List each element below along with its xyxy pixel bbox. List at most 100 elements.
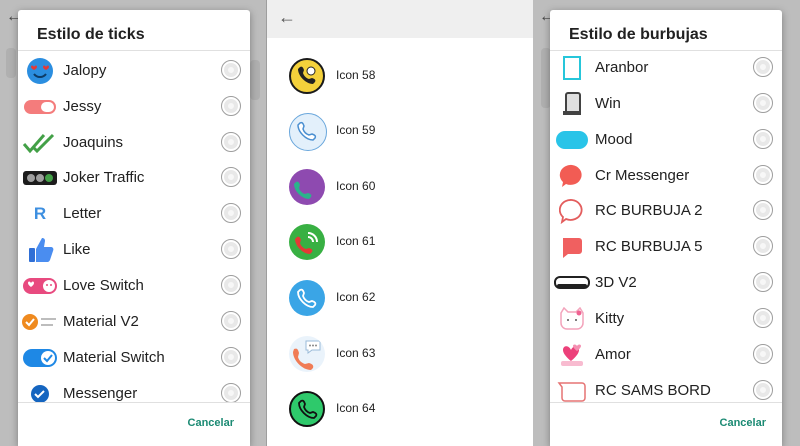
phone-chat-icon	[289, 336, 325, 372]
list-item-kitty[interactable]: Kitty	[550, 302, 782, 336]
background-item	[6, 48, 16, 78]
radio-button[interactable]	[753, 200, 773, 220]
dialog-title: Estilo de ticks	[37, 26, 145, 43]
item-label: Icon 63	[336, 346, 376, 360]
list-item-icon-62[interactable]: Icon 62	[267, 276, 533, 324]
radio-button[interactable]	[753, 380, 773, 400]
radio-button[interactable]	[753, 344, 773, 364]
radio-button[interactable]	[753, 93, 773, 113]
item-label: Amor	[595, 346, 631, 363]
item-label: Messenger	[63, 385, 138, 402]
double-check-icon	[22, 129, 58, 157]
list-item-messenger[interactable]: Messenger	[18, 377, 250, 402]
item-label: Love Switch	[63, 277, 144, 294]
radio-button[interactable]	[221, 383, 241, 402]
radio-button[interactable]	[221, 132, 241, 152]
cancel-button[interactable]: Cancelar	[720, 417, 766, 429]
item-label: Jalopy	[63, 62, 107, 79]
radio-button[interactable]	[753, 236, 773, 256]
list-item-icon-63[interactable]: Icon 63	[267, 332, 533, 380]
divider	[18, 402, 250, 403]
list-item-rc-burbuja-5[interactable]: RC BURBUJA 5	[550, 230, 782, 264]
list-item-amor[interactable]: Amor	[550, 338, 782, 372]
bubble-win-icon	[554, 90, 590, 118]
list-item-aranbor[interactable]: Aranbor	[550, 51, 782, 85]
phone-blue-icon	[289, 280, 325, 316]
radio-button[interactable]	[221, 167, 241, 187]
list-item-cr-messenger[interactable]: Cr Messenger	[550, 159, 782, 193]
list-item-icon-60[interactable]: Icon 60	[267, 165, 533, 213]
list-item-material-v2[interactable]: Material V2	[18, 305, 250, 339]
item-label: Cr Messenger	[595, 167, 690, 184]
icon-list-screen: ← Icon 58 Icon 59 Icon 60 Icon 61 Icon 6…	[267, 0, 533, 446]
list-item-like[interactable]: Like	[18, 233, 250, 267]
item-label: Joaquins	[63, 134, 124, 151]
list-item-love-switch[interactable]: Love Switch	[18, 269, 250, 303]
bubbles-style-list: Aranbor Win Mood Cr Messenger RC BURBUJA…	[550, 51, 782, 402]
list-item-3d-v2[interactable]: 3D V2	[550, 266, 782, 300]
list-item-joker-traffic[interactable]: Joker Traffic	[18, 161, 250, 195]
dialog-title: Estilo de burbujas	[569, 26, 708, 43]
list-item-letter[interactable]: R Letter	[18, 197, 250, 231]
list-item-joaquins[interactable]: Joaquins	[18, 126, 250, 160]
radio-button[interactable]	[753, 129, 773, 149]
list-item-jessy[interactable]: Jessy	[18, 90, 250, 124]
bubble-3d-icon	[554, 269, 590, 297]
radio-button[interactable]	[221, 347, 241, 367]
list-item-icon-61[interactable]: Icon 61	[267, 220, 533, 268]
ticks-style-screen: ← Estilo de ticks Jalopy Jessy Joaquins …	[0, 0, 267, 446]
list-item-win[interactable]: Win	[550, 87, 782, 121]
cancel-button[interactable]: Cancelar	[188, 417, 234, 429]
material-check-icon	[22, 308, 58, 336]
back-arrow-icon[interactable]: ←	[278, 7, 296, 28]
radio-button[interactable]	[221, 239, 241, 259]
phone-green-icon	[289, 391, 325, 427]
list-item-rc-sams-bord[interactable]: RC SAMS BORD	[550, 374, 782, 402]
radio-button[interactable]	[753, 308, 773, 328]
list-item-mood[interactable]: Mood	[550, 123, 782, 157]
list-item-icon-64[interactable]: Icon 64	[267, 387, 533, 435]
phone-purple-icon	[289, 169, 325, 205]
messenger-check-icon	[22, 380, 58, 402]
item-label: Win	[595, 95, 621, 112]
list-item-icon-58[interactable]: Icon 58	[267, 54, 533, 102]
item-label: Joker Traffic	[63, 169, 145, 186]
item-label: Material V2	[63, 313, 139, 330]
heart-switch-icon	[22, 272, 58, 300]
list-item-rc-burbuja-2[interactable]: RC BURBUJA 2	[550, 194, 782, 228]
item-label: Icon 61	[336, 234, 376, 248]
radio-button[interactable]	[221, 60, 241, 80]
bubble-aranbor-icon	[554, 54, 590, 82]
radio-button[interactable]	[753, 57, 773, 77]
bubble-rc2-icon	[554, 197, 590, 225]
item-label: Icon 62	[336, 290, 376, 304]
bubble-mood-icon	[554, 126, 590, 154]
item-label: Aranbor	[595, 59, 649, 76]
letter-glyph: R	[33, 204, 47, 223]
item-label: RC BURBUJA 2	[595, 202, 703, 219]
list-item-jalopy[interactable]: Jalopy	[18, 54, 250, 88]
radio-button[interactable]	[221, 96, 241, 116]
list-item-material-switch[interactable]: Material Switch	[18, 341, 250, 375]
ticks-style-list: Jalopy Jessy Joaquins Joker Traffic R Le…	[18, 51, 250, 402]
thumbs-up-icon	[22, 236, 58, 264]
check-switch-icon	[22, 344, 58, 372]
phone-emoji-icon	[289, 58, 325, 94]
radio-button[interactable]	[221, 311, 241, 331]
radio-button[interactable]	[753, 165, 773, 185]
ticks-style-dialog: Estilo de ticks Jalopy Jessy Joaquins Jo…	[18, 10, 250, 446]
item-label: Icon 60	[336, 179, 376, 193]
letter-r-icon: R	[22, 200, 58, 228]
divider	[550, 402, 782, 403]
radio-button[interactable]	[221, 203, 241, 223]
phone-outline-icon	[289, 113, 327, 151]
bubble-amor-icon	[554, 341, 590, 369]
list-item-icon-59[interactable]: Icon 59	[267, 109, 533, 157]
item-label: Letter	[63, 205, 102, 222]
bubble-rc5-icon	[554, 233, 590, 261]
item-label: Icon 64	[336, 401, 376, 415]
radio-button[interactable]	[221, 275, 241, 295]
radio-button[interactable]	[753, 272, 773, 292]
background-item	[250, 60, 260, 100]
item-label: 3D V2	[595, 274, 637, 291]
